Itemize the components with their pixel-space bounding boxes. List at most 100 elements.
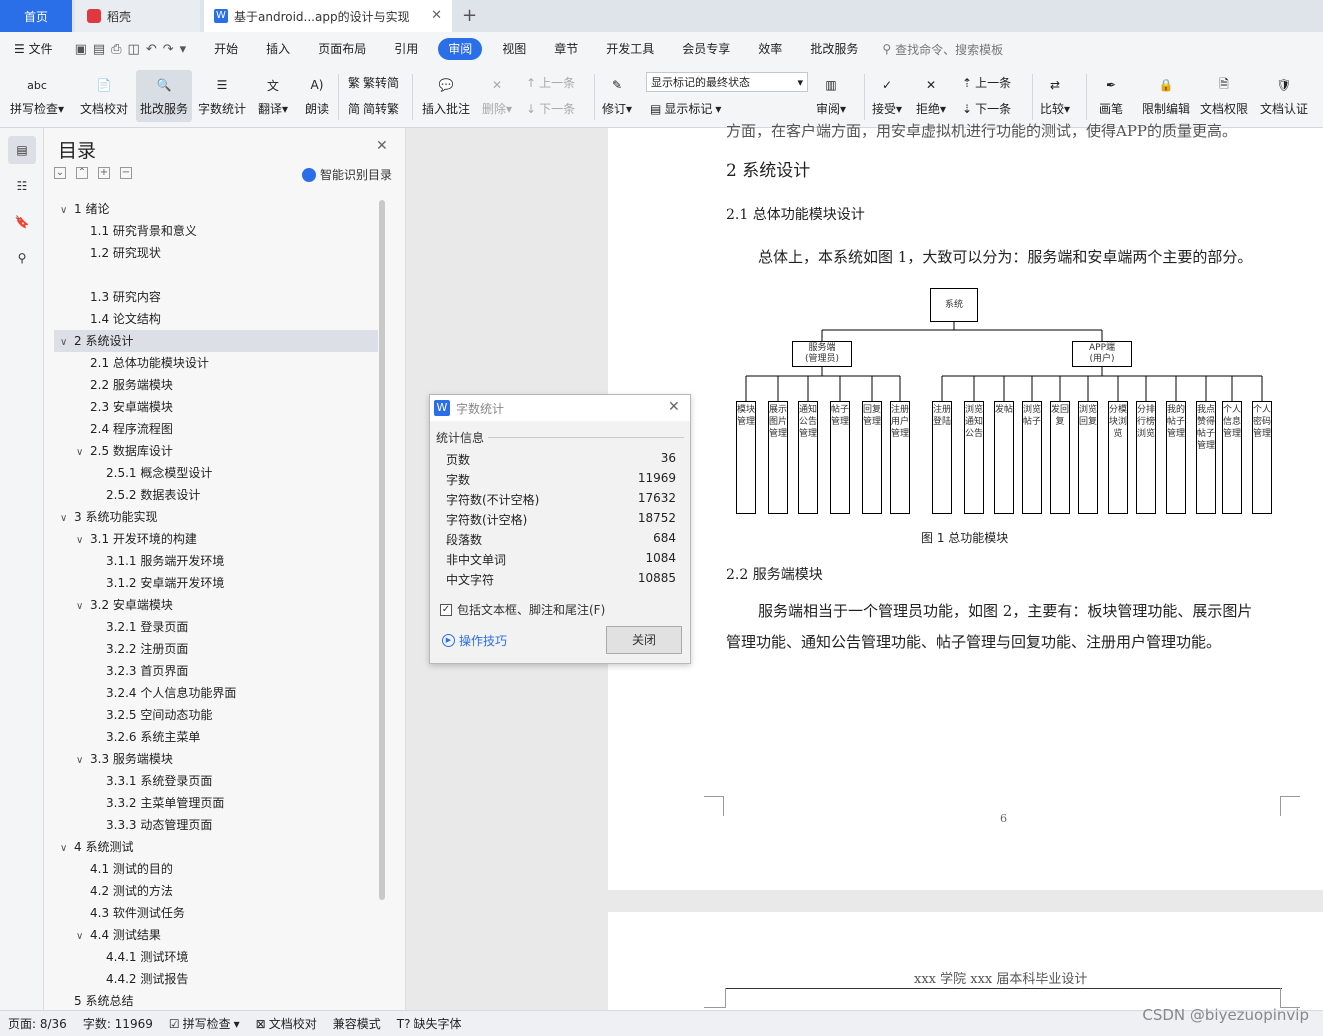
toc-item[interactable]: 2.3 安卓端模块: [90, 396, 173, 418]
menu-devtools[interactable]: 开发工具: [592, 38, 668, 60]
menu-reference[interactable]: 引用: [380, 38, 432, 60]
word-count-indicator[interactable]: 字数: 11969: [75, 1015, 161, 1032]
toc-item[interactable]: ∨ 2.5 数据库设计: [76, 440, 173, 462]
toc-item[interactable]: 4.3 软件测试任务: [90, 902, 185, 924]
menu-insert[interactable]: 插入: [252, 38, 304, 60]
search-icon[interactable]: ⚲: [8, 244, 36, 272]
toc-item[interactable]: 2.5.2 数据表设计: [106, 484, 200, 506]
word-count-button[interactable]: ☰ 字数统计: [198, 70, 246, 117]
menu-chapter[interactable]: 章节: [540, 38, 592, 60]
menu-member[interactable]: 会员专享: [668, 38, 744, 60]
markup-state-select[interactable]: 显示标记的最终状态 ▾: [646, 72, 808, 92]
insert-comment-button[interactable]: 💬 插入批注: [422, 70, 470, 117]
nav-pane-icon[interactable]: ☷: [8, 172, 36, 200]
dialog-close-icon[interactable]: ✕: [668, 399, 680, 415]
toc-item[interactable]: ∨ 3 系统功能实现: [60, 506, 157, 528]
bookmark-icon[interactable]: 🔖: [8, 208, 36, 236]
simp-to-trad-button[interactable]: 简简转繁: [348, 100, 399, 117]
tab-document[interactable]: W 基于android...app的设计与实现 ✕: [204, 0, 452, 32]
prev-change-button[interactable]: ⇡ 上一条: [962, 74, 1011, 91]
remove-level-icon[interactable]: −: [120, 167, 132, 179]
toc-item[interactable]: 2.1 总体功能模块设计: [90, 352, 209, 374]
doc-permission-button[interactable]: 🗎 文档权限: [1200, 70, 1248, 117]
toc-item[interactable]: 4.4.1 测试环境: [106, 946, 188, 968]
toc-item[interactable]: 3.2.5 空间动态功能: [106, 704, 212, 726]
translate-button[interactable]: 文翻译▾: [258, 70, 288, 117]
close-button[interactable]: 关闭: [606, 626, 682, 654]
chevron-down-icon[interactable]: ∨: [76, 442, 90, 464]
toc-item[interactable]: 3.3.3 动态管理页面: [106, 814, 212, 836]
command-search[interactable]: ⚲ 查找命令、搜索模板: [872, 41, 1003, 58]
toc-item[interactable]: 3.1.1 服务端开发环境: [106, 550, 224, 572]
tips-link[interactable]: ▶ 操作技巧: [442, 632, 507, 649]
toc-item[interactable]: 3.2.6 系统主菜单: [106, 726, 200, 748]
toc-item[interactable]: ∨ 1 绪论: [60, 198, 109, 220]
toc-item[interactable]: 3.3.1 系统登录页面: [106, 770, 212, 792]
toc-item[interactable]: 1.1 研究背景和意义: [90, 220, 197, 242]
chevron-down-icon[interactable]: ∨: [76, 530, 90, 552]
toc-item[interactable]: 2.4 程序流程图: [90, 418, 173, 440]
toc-item[interactable]: 3.2.3 首页界面: [106, 660, 188, 682]
toc-item[interactable]: ∨ 4 系统测试: [60, 836, 133, 858]
toc-item[interactable]: 1.2 研究现状: [90, 242, 161, 264]
status-spell-check[interactable]: ☑ 拼写检查 ▾: [161, 1015, 248, 1032]
toc-item[interactable]: 2.5.1 概念模型设计: [106, 462, 212, 484]
chevron-down-icon[interactable]: ∨: [60, 508, 74, 530]
toc-item[interactable]: 4.2 测试的方法: [90, 880, 173, 902]
toc-item[interactable]: ∨ 3.2 安卓端模块: [76, 594, 173, 616]
tab-home[interactable]: 首页: [0, 0, 72, 32]
compare-button[interactable]: ⇄ 比较▾: [1040, 70, 1070, 117]
toc-item[interactable]: 2.2 服务端模块: [90, 374, 173, 396]
menu-home[interactable]: 开始: [200, 38, 252, 60]
read-aloud-button[interactable]: A) 朗读: [302, 70, 332, 117]
toc-item[interactable]: ∨ 4.4 测试结果: [76, 924, 161, 946]
chevron-down-icon[interactable]: ∨: [76, 926, 90, 948]
menu-efficiency[interactable]: 效率: [744, 38, 796, 60]
toc-item[interactable]: 1.3 研究内容: [90, 286, 161, 308]
toc-item[interactable]: 4.4.2 测试报告: [106, 968, 188, 990]
doc-certify-button[interactable]: 🛡 文档认证: [1260, 70, 1308, 117]
toc-item[interactable]: 3.2.1 登录页面: [106, 616, 188, 638]
include-textbox-checkbox[interactable]: ✓ 包括文本框、脚注和尾注(F): [440, 601, 605, 618]
menu-review-service[interactable]: 批改服务: [796, 38, 872, 60]
track-changes-button[interactable]: ✎ 修订▾: [602, 70, 632, 117]
new-tab-button[interactable]: +: [462, 5, 477, 26]
outline-icon[interactable]: ▤: [8, 136, 36, 164]
chevron-down-icon[interactable]: ∨: [60, 200, 74, 222]
smart-toc-button[interactable]: 智能识别目录: [302, 166, 392, 183]
add-level-icon[interactable]: +: [98, 167, 110, 179]
spell-check-button[interactable]: abc 拼写检查▾: [10, 70, 64, 117]
toc-item[interactable]: 3.2.2 注册页面: [106, 638, 188, 660]
toc-item[interactable]: ∨ 3.3 服务端模块: [76, 748, 173, 770]
menu-file[interactable]: ☰ 文件: [0, 38, 67, 60]
toc-scrollbar[interactable]: [379, 200, 385, 900]
show-markup-button[interactable]: ▤ 显示标记 ▾: [650, 100, 721, 117]
close-tab-icon[interactable]: ✕: [431, 8, 442, 23]
close-icon[interactable]: ✕: [376, 138, 388, 154]
toc-item[interactable]: 4.1 测试的目的: [90, 858, 173, 880]
accept-button[interactable]: ✓ 接受▾: [872, 70, 902, 117]
chevron-down-icon[interactable]: ∨: [60, 332, 74, 354]
menu-view[interactable]: 视图: [488, 38, 540, 60]
tab-daoke[interactable]: 稻壳: [75, 0, 200, 32]
restrict-edit-button[interactable]: 🔒 限制编辑: [1142, 70, 1190, 117]
next-comment-button[interactable]: ↓ 下一条: [526, 100, 575, 117]
toc-item[interactable]: 3.3.2 主菜单管理页面: [106, 792, 224, 814]
pen-button[interactable]: ✒ 画笔: [1096, 70, 1126, 117]
prev-comment-button[interactable]: ↑ 上一条: [526, 74, 575, 91]
collapse-all-icon[interactable]: ⌄: [54, 167, 66, 179]
toc-item[interactable]: 1.4 论文结构: [90, 308, 161, 330]
toc-item[interactable]: 3.1.2 安卓端开发环境: [106, 572, 224, 594]
reviewer-button[interactable]: ▥ 审阅▾: [816, 70, 846, 117]
reject-button[interactable]: ✕ 拒绝▾: [916, 70, 946, 117]
expand-up-icon[interactable]: ⌃: [76, 167, 88, 179]
chevron-down-icon[interactable]: ∨: [76, 596, 90, 618]
menu-layout[interactable]: 页面布局: [304, 38, 380, 60]
chevron-down-icon[interactable]: ∨: [76, 750, 90, 772]
toc-item[interactable]: ∨ 3.1 开发环境的构建: [76, 528, 197, 550]
page-indicator[interactable]: 页面: 8/36: [0, 1015, 75, 1032]
status-proof[interactable]: ⊠ 文档校对: [248, 1015, 325, 1032]
chevron-down-icon[interactable]: ∨: [60, 838, 74, 860]
toc-item[interactable]: ∨ 2 系统设计: [60, 330, 133, 352]
next-change-button[interactable]: ⇣ 下一条: [962, 100, 1011, 117]
